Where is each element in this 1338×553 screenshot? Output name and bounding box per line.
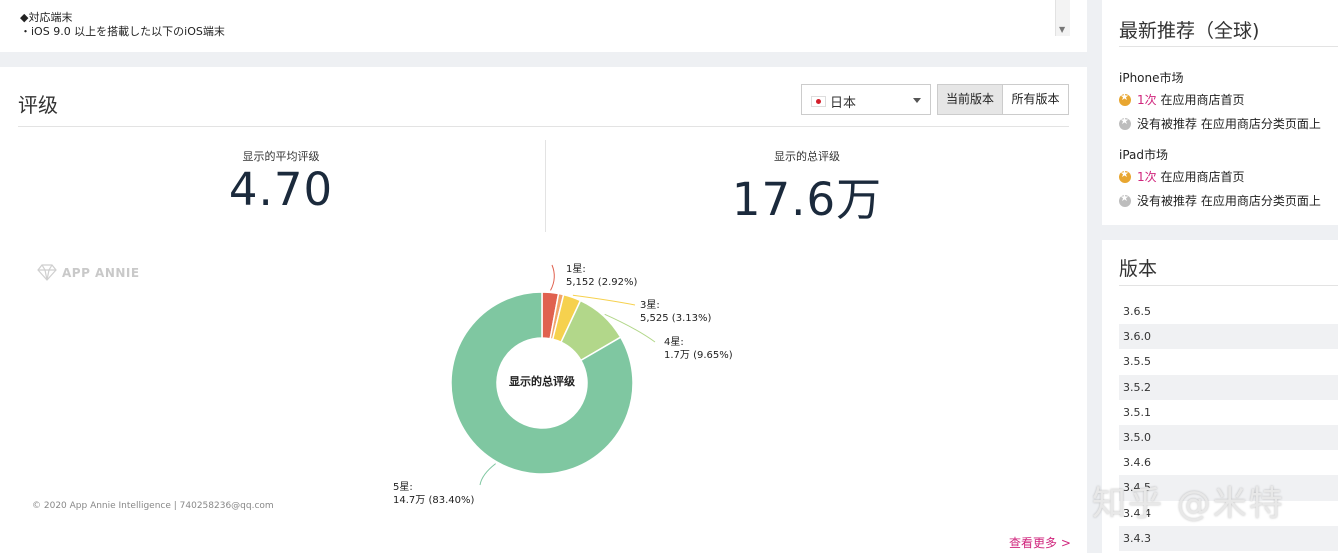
ipad-feature-count[interactable]: 1次	[1137, 170, 1157, 184]
star-badge-icon	[1119, 116, 1131, 130]
donut-leader-line	[479, 463, 496, 486]
donut-label-name: 5星:	[393, 481, 413, 493]
version-row[interactable]: 3.5.0	[1119, 424, 1338, 451]
featured-divider	[1119, 46, 1338, 47]
star-badge-icon	[1119, 169, 1131, 183]
scroll-down-icon[interactable]: ▼	[1059, 25, 1065, 34]
donut-center-label: 显示的总评级	[509, 375, 575, 388]
donut-leader-line	[550, 264, 555, 291]
rating-donut-chart: 1星: 5,152 (2.92%)3星: 5,525 (3.13%) 4星: 1.7万 …	[393, 263, 733, 506]
donut-label-name: 4星:	[664, 336, 684, 348]
iphone-market-label: iPhone市场	[1119, 71, 1184, 85]
donut-label-value: 5,152 (2.92%)	[566, 277, 637, 288]
featured-title: 最新推荐（全球)	[1119, 20, 1260, 42]
supported-devices-text: ・iOS 9.0 以上を搭載した以下のiOS端末	[20, 25, 225, 38]
version-row[interactable]: 3.6.5	[1119, 299, 1338, 324]
versions-title: 版本	[1119, 258, 1158, 280]
copyright-text: © 2020 App Annie Intelligence | 74025823…	[32, 501, 274, 511]
star-badge-icon	[1119, 193, 1131, 207]
ipad-category-featured-row: 没有被推荐 在应用商店分类页面上	[1119, 192, 1321, 209]
version-row[interactable]: 3.5.1	[1119, 400, 1338, 425]
zhihu-watermark: 知乎 @米特	[1092, 484, 1285, 524]
app-description-card: ◆対応端末 ・iOS 9.0 以上を搭載した以下のiOS端末 ▼	[0, 0, 1087, 52]
see-more-link[interactable]: 查看更多 >	[1009, 534, 1071, 551]
donut-label-name: 3星:	[640, 299, 660, 311]
ratings-card: 评级 日本 当前版本 所有版本 显示的平均评级 4.70 显示的总评级 17.6…	[0, 67, 1087, 553]
donut-label-value: 1.7万 (9.65%)	[664, 350, 733, 361]
donut-label-name: 1星:	[566, 263, 586, 275]
featured-card: 最新推荐（全球) iPhone市场 1次 在应用商店首页 没有被推荐 在应用商店…	[1102, 0, 1338, 225]
iphone-category-text: 没有被推荐 在应用商店分类页面上	[1137, 117, 1321, 131]
donut-label-value: 14.7万 (83.40%)	[393, 495, 474, 506]
iphone-homepage-text: 在应用商店首页	[1160, 93, 1245, 107]
ipad-category-text: 没有被推荐 在应用商店分类页面上	[1137, 194, 1321, 208]
versions-divider	[1119, 285, 1338, 286]
donut-label-value: 5,525 (3.13%)	[640, 313, 711, 324]
version-row[interactable]: 3.5.2	[1119, 374, 1338, 400]
iphone-homepage-featured-row: 1次 在应用商店首页	[1119, 91, 1244, 108]
ipad-homepage-featured-row: 1次 在应用商店首页	[1119, 168, 1244, 185]
ipad-market-label: iPad市场	[1119, 148, 1169, 162]
version-row[interactable]: 3.4.6	[1119, 450, 1338, 475]
version-row[interactable]: 3.6.0	[1119, 324, 1338, 350]
version-row[interactable]: 3.5.5	[1119, 349, 1338, 374]
iphone-feature-count[interactable]: 1次	[1137, 93, 1157, 107]
star-badge-icon	[1119, 92, 1131, 106]
version-row[interactable]: 3.4.3	[1119, 525, 1338, 551]
iphone-category-featured-row: 没有被推荐 在应用商店分类页面上	[1119, 115, 1321, 132]
description-scrollbar[interactable]: ▼	[1055, 0, 1070, 36]
ipad-homepage-text: 在应用商店首页	[1160, 170, 1245, 184]
